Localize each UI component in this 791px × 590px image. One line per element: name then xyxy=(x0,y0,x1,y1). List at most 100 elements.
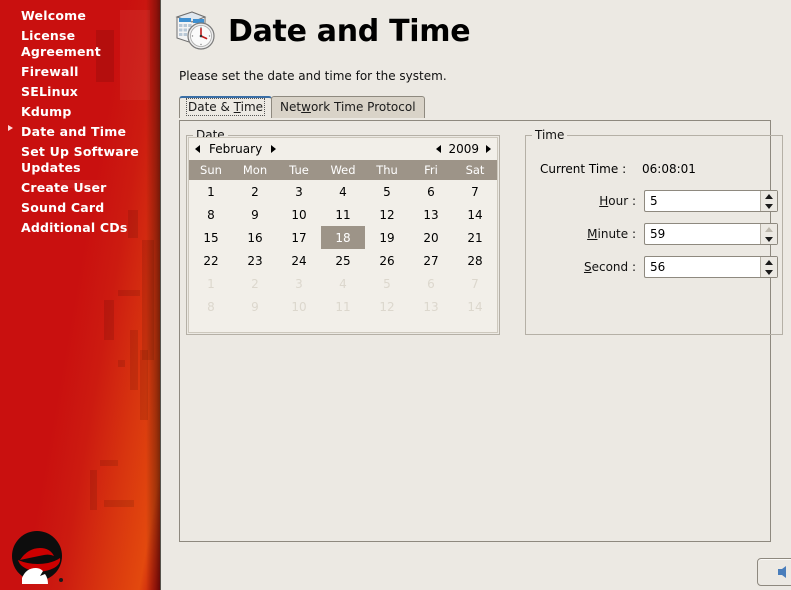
calendar-day[interactable]: 28 xyxy=(453,249,497,272)
sidebar-item-additional-cds[interactable]: Additional CDs xyxy=(0,218,160,238)
calendar-day[interactable]: 13 xyxy=(409,203,453,226)
content-divider xyxy=(160,0,161,590)
sidebar-item-label: Sound Card xyxy=(21,200,104,215)
calendar-day[interactable]: 4 xyxy=(321,180,365,203)
prev-month-icon[interactable] xyxy=(195,145,200,153)
sidebar-item-license-agreement[interactable]: License Agreement xyxy=(0,26,160,62)
calendar-day[interactable]: 21 xyxy=(453,226,497,249)
sidebar-item-label: Welcome xyxy=(21,8,86,23)
calendar-week-row: 22232425262728 xyxy=(189,249,497,272)
calendar-weekday: Fri xyxy=(409,160,453,180)
arrow-left-icon xyxy=(778,566,786,578)
sidebar-item-label: SELinux xyxy=(21,84,78,99)
calendar-day[interactable]: 3 xyxy=(277,180,321,203)
calendar-day: 11 xyxy=(321,295,365,318)
calendar-day[interactable]: 1 xyxy=(189,180,233,203)
time-group: Time Current Time : 06:08:01 Hour :5Minu… xyxy=(525,135,783,335)
time-field-row: Minute :59 xyxy=(540,223,778,245)
spinner-up-icon[interactable] xyxy=(761,224,777,234)
date-group: Date February 2009 SunMonTueWedThuFriSat… xyxy=(186,135,500,335)
calendar-day[interactable]: 9 xyxy=(233,203,277,226)
next-year-icon[interactable] xyxy=(486,145,491,153)
tab-date-time[interactable]: Date & Time xyxy=(179,96,272,118)
calendar-day: 8 xyxy=(189,295,233,318)
next-month-icon[interactable] xyxy=(271,145,276,153)
calendar-day[interactable]: 11 xyxy=(321,203,365,226)
firstboot-window: Welcome License Agreement Firewall SELinux K… xyxy=(0,0,791,590)
calendar-grid[interactable]: SunMonTueWedThuFriSat 123456789101112131… xyxy=(189,160,497,318)
calendar-weekday: Mon xyxy=(233,160,277,180)
spinner-up-icon[interactable] xyxy=(761,257,777,267)
spinner-buttons[interactable] xyxy=(760,224,777,244)
spinner-down-icon[interactable] xyxy=(761,201,777,211)
calendar-day[interactable]: 7 xyxy=(453,180,497,203)
tab-bar: Date & Time Network Time Protocol xyxy=(179,96,425,118)
calendar-day[interactable]: 8 xyxy=(189,203,233,226)
calendar-weekday: Thu xyxy=(365,160,409,180)
tab-panel-date-time: Date February 2009 SunMonTueWedThuFriSat… xyxy=(179,120,771,542)
time-minute-spinner[interactable]: 59 xyxy=(644,223,778,245)
time-field-value[interactable]: 56 xyxy=(645,260,665,274)
calendar-day[interactable]: 2 xyxy=(233,180,277,203)
sidebar-item-set-up-software-updates[interactable]: Set Up Software Updates xyxy=(0,142,160,178)
calendar-day: 1 xyxy=(189,272,233,295)
calendar-day-rows[interactable]: 1234567891011121314151617181920212223242… xyxy=(189,180,497,318)
sidebar-item-date-and-time[interactable]: Date and Time xyxy=(0,122,160,142)
spinner-up-icon[interactable] xyxy=(761,191,777,201)
calendar-day[interactable]: 5 xyxy=(365,180,409,203)
time-second-spinner[interactable]: 56 xyxy=(644,256,778,278)
calendar-day: 3 xyxy=(277,272,321,295)
sidebar-item-label: Additional CDs xyxy=(21,220,127,235)
calendar-clock-icon xyxy=(172,8,218,54)
time-field-label: Second : xyxy=(540,260,636,274)
calendar-week-row: 891011121314 xyxy=(189,295,497,318)
spinner-down-icon[interactable] xyxy=(761,267,777,277)
calendar-day[interactable]: 12 xyxy=(365,203,409,226)
spinner-buttons[interactable] xyxy=(760,257,777,277)
spinner-down-icon[interactable] xyxy=(761,234,777,244)
spinner-buttons[interactable] xyxy=(760,191,777,211)
calendar-day[interactable]: 14 xyxy=(453,203,497,226)
sidebar-item-selinux[interactable]: SELinux xyxy=(0,82,160,102)
time-field-value[interactable]: 59 xyxy=(645,227,665,241)
calendar-day[interactable]: 22 xyxy=(189,249,233,272)
time-field-row: Second : 56 xyxy=(540,256,778,278)
back-button[interactable]: Back xyxy=(757,558,791,586)
calendar-day: 7 xyxy=(453,272,497,295)
calendar-day[interactable]: 25 xyxy=(321,249,365,272)
tab-ntp-label: Network Time Protocol xyxy=(280,100,415,114)
calendar-day[interactable]: 20 xyxy=(409,226,453,249)
calendar-header: February 2009 xyxy=(189,138,497,160)
sidebar-item-label: Firewall xyxy=(21,64,79,79)
tab-network-time-protocol[interactable]: Network Time Protocol xyxy=(271,96,424,118)
sidebar-item-welcome[interactable]: Welcome xyxy=(0,6,160,26)
page-subtitle: Please set the date and time for the sys… xyxy=(179,69,447,83)
calendar-weekday: Wed xyxy=(321,160,365,180)
calendar-day: 9 xyxy=(233,295,277,318)
sidebar-item-label: Date and Time xyxy=(21,124,126,139)
prev-year-icon[interactable] xyxy=(436,145,441,153)
calendar-day[interactable]: 23 xyxy=(233,249,277,272)
sidebar-item-firewall[interactable]: Firewall xyxy=(0,62,160,82)
calendar-day[interactable]: 19 xyxy=(365,226,409,249)
sidebar-item-kdump[interactable]: Kdump xyxy=(0,102,160,122)
page-title: Date and Time xyxy=(228,14,470,49)
calendar-day: 2 xyxy=(233,272,277,295)
sidebar-item-sound-card[interactable]: Sound Card xyxy=(0,198,160,218)
time-hour-spinner[interactable]: 5 xyxy=(644,190,778,212)
calendar-day[interactable]: 24 xyxy=(277,249,321,272)
calendar-day[interactable]: 26 xyxy=(365,249,409,272)
calendar-day[interactable]: 16 xyxy=(233,226,277,249)
calendar-day[interactable]: 27 xyxy=(409,249,453,272)
calendar-day[interactable]: 10 xyxy=(277,203,321,226)
calendar-day-selected[interactable]: 18 xyxy=(321,226,365,249)
time-field-value[interactable]: 5 xyxy=(645,194,658,208)
calendar-weekday: Tue xyxy=(277,160,321,180)
calendar-widget[interactable]: February 2009 SunMonTueWedThuFriSat 1234… xyxy=(188,137,498,333)
calendar-week-row: 1234567 xyxy=(189,272,497,295)
calendar-week-row: 891011121314 xyxy=(189,203,497,226)
calendar-day[interactable]: 15 xyxy=(189,226,233,249)
calendar-day[interactable]: 6 xyxy=(409,180,453,203)
sidebar-item-create-user[interactable]: Create User xyxy=(0,178,160,198)
calendar-day[interactable]: 17 xyxy=(277,226,321,249)
